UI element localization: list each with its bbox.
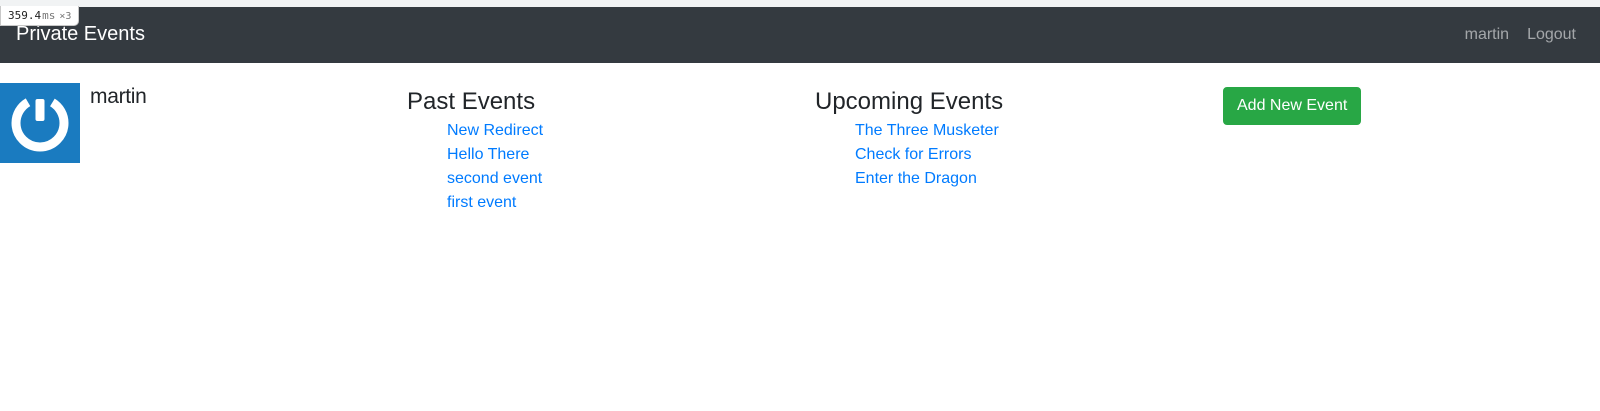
add-new-event-button[interactable]: Add New Event [1223, 87, 1362, 125]
list-item: New Redirect [447, 119, 543, 143]
list-item: Check for Errors [855, 143, 1003, 167]
upcoming-events-section: Upcoming Events The Three Musketer Check… [815, 87, 1003, 191]
past-event-link[interactable]: second event [447, 170, 542, 187]
list-item: The Three Musketer [855, 119, 1003, 143]
list-item: Hello There [447, 143, 543, 167]
power-icon [11, 94, 69, 152]
perf-unit: ms [42, 9, 56, 22]
browser-top-strip [0, 0, 1600, 7]
past-event-link[interactable]: Hello There [447, 146, 529, 163]
past-events-heading: Past Events [407, 88, 536, 115]
upcoming-events-list: The Three Musketer Check for Errors Ente… [815, 119, 1003, 191]
profile-username: martin [90, 85, 147, 108]
list-item: first event [447, 191, 543, 215]
past-event-link[interactable]: first event [447, 194, 516, 211]
perf-multiplier: ×3 [59, 11, 72, 22]
nav-link-logout[interactable]: Logout [1527, 25, 1576, 45]
past-events-list: New Redirect Hello There second event fi… [407, 119, 543, 215]
navbar-right: martin Logout [1465, 25, 1576, 45]
upcoming-event-link[interactable]: Enter the Dragon [855, 170, 977, 187]
perf-badge: 359.4ms ×3 [0, 6, 80, 26]
past-events-section: Past Events New Redirect Hello There sec… [407, 87, 543, 215]
upcoming-event-link[interactable]: The Three Musketer [855, 122, 999, 139]
upcoming-events-heading: Upcoming Events [815, 88, 1004, 115]
perf-value: 359.4 [8, 9, 42, 22]
navbar: Private Events martin Logout [0, 7, 1600, 63]
list-item: Enter the Dragon [855, 167, 1003, 191]
upcoming-event-link[interactable]: Check for Errors [855, 146, 971, 163]
past-event-link[interactable]: New Redirect [447, 122, 543, 139]
avatar [0, 83, 80, 163]
list-item: second event [447, 167, 543, 191]
nav-link-user[interactable]: martin [1465, 25, 1509, 45]
